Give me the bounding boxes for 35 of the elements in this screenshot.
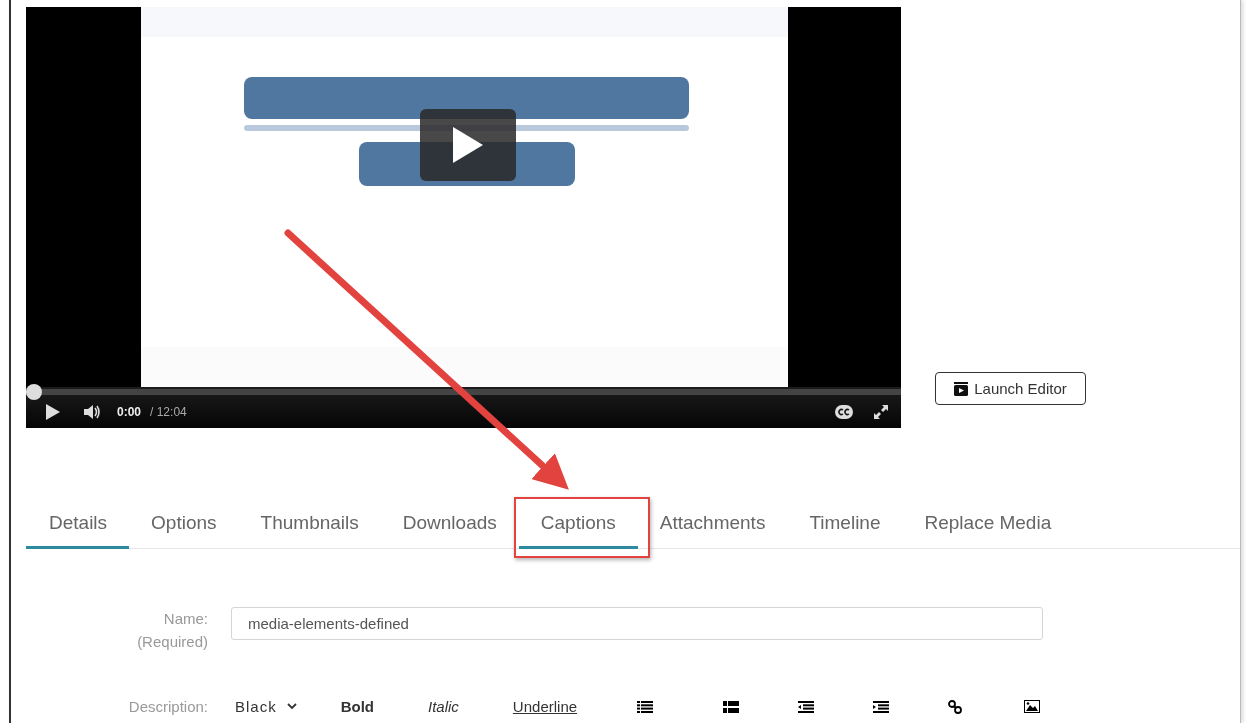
tab[interactable]: Captions (518, 500, 638, 549)
clapperboard-icon (954, 381, 969, 396)
image-icon[interactable] (1024, 700, 1041, 713)
tab[interactable]: Options (129, 500, 239, 549)
play-icon (451, 125, 485, 165)
tab[interactable]: Details (26, 500, 130, 549)
play-overlay-button[interactable] (420, 109, 516, 181)
tab[interactable]: Timeline (787, 500, 903, 549)
tab[interactable]: Attachments (637, 500, 788, 549)
link-icon[interactable] (948, 699, 963, 714)
description-label: Description: (128, 697, 208, 717)
format-button[interactable]: Bold (340, 698, 374, 715)
required-hint: (Required) (137, 632, 208, 652)
current-time: 0:00 (117, 404, 142, 419)
volume-icon[interactable] (84, 403, 101, 420)
list-icon[interactable] (723, 700, 740, 713)
play-icon[interactable] (46, 403, 60, 420)
format-button[interactable]: Italic (428, 698, 459, 715)
total-time: / 12:04 (150, 404, 187, 419)
name-input-field[interactable]: media-elements-defined (231, 607, 1043, 640)
format-button[interactable]: Underline (512, 698, 578, 715)
fullscreen-icon[interactable] (873, 403, 889, 420)
outdent-icon[interactable] (798, 700, 815, 713)
color-dropdown[interactable]: Black (235, 698, 297, 715)
cc-icon[interactable] (835, 404, 853, 419)
progress-thumb[interactable] (26, 384, 42, 400)
launch-editor-button[interactable]: Launch Editor (935, 372, 1086, 405)
bullet-list-icon[interactable] (637, 700, 654, 713)
chevron-down-icon (286, 703, 297, 710)
tab[interactable]: Downloads (380, 500, 519, 549)
tab[interactable]: Thumbnails (238, 500, 381, 549)
indent-icon[interactable] (873, 700, 890, 713)
tab[interactable]: Replace Media (902, 500, 1074, 549)
progress-track[interactable] (26, 384, 901, 400)
name-label: Name: (163, 609, 208, 629)
